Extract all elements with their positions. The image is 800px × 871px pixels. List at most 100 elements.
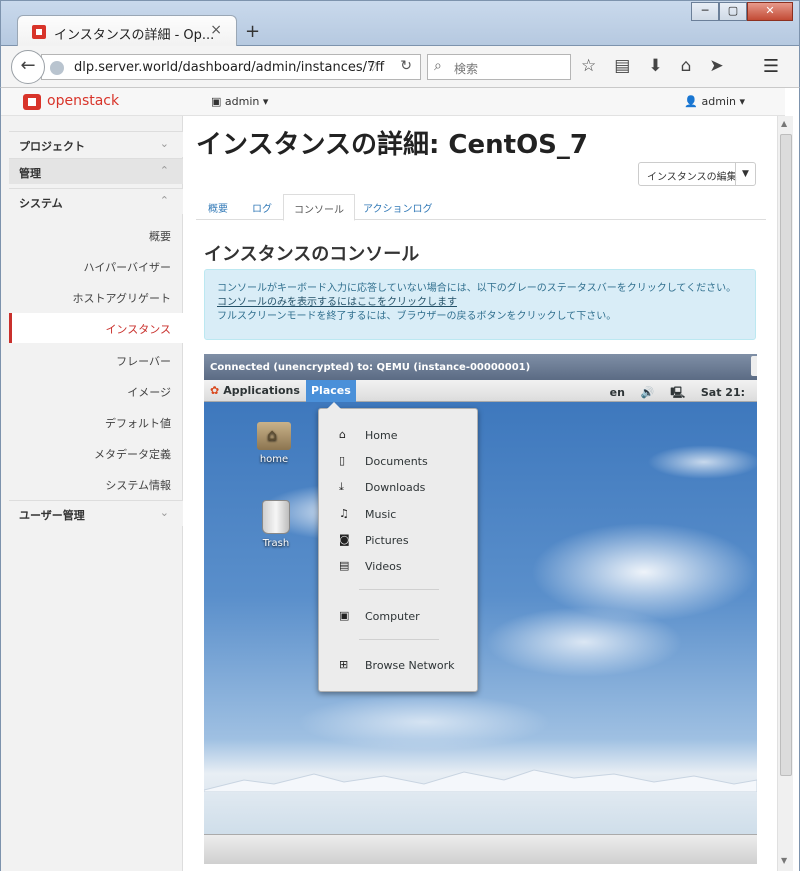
gnome-bottom-bar bbox=[204, 834, 757, 864]
places-item-downloads[interactable]: ⤓ Downloads bbox=[319, 477, 477, 499]
places-item-music[interactable]: ♫ Music bbox=[319, 504, 477, 526]
sidebar-item-metadata[interactable]: メタデータ定義 bbox=[9, 438, 183, 468]
search-input[interactable]: ⌕ 検索 bbox=[427, 54, 571, 80]
desktop-icon-label: Trash bbox=[262, 538, 290, 549]
music-icon: ♫ bbox=[339, 507, 349, 520]
tab-action-log[interactable]: アクションログ bbox=[363, 200, 433, 215]
chevron-down-icon: ⌄ bbox=[159, 137, 169, 150]
sidebar-item-images[interactable]: イメージ bbox=[9, 376, 183, 406]
places-item-computer[interactable]: ▣ Computer bbox=[319, 606, 477, 628]
home-icon[interactable]: ⌂ bbox=[681, 56, 692, 76]
minimize-button[interactable]: ─ bbox=[691, 2, 719, 21]
maximize-button[interactable]: ▢ bbox=[719, 2, 747, 21]
places-item-browse-network[interactable]: ⊞ Browse Network bbox=[319, 655, 477, 677]
url-text: dlp.server.world/dashboard/admin/instanc… bbox=[74, 60, 385, 75]
menu-separator bbox=[359, 639, 439, 640]
chevron-up-icon: ⌃ bbox=[159, 164, 169, 177]
sidebar-item-system-info[interactable]: システム情報 bbox=[9, 469, 183, 499]
places-item-videos[interactable]: ▤ Videos bbox=[319, 556, 477, 578]
menu-separator bbox=[359, 589, 439, 590]
sidebar-header-project[interactable]: プロジェクト ⌄ bbox=[9, 131, 183, 157]
openstack-topnav: openstack ▣ admin ▾ 👤 admin ▾ bbox=[1, 88, 785, 116]
camera-icon: ◙ bbox=[339, 533, 350, 546]
dropdown-arrow-icon[interactable]: ▽ bbox=[368, 59, 377, 73]
scrollbar-thumb[interactable] bbox=[780, 134, 792, 776]
page-title: インスタンスの詳細: CentOS_7 bbox=[196, 130, 588, 160]
menu-item-label: Home bbox=[365, 429, 398, 442]
places-menu[interactable]: Places bbox=[306, 380, 356, 402]
page-viewport: openstack ▣ admin ▾ 👤 admin ▾ プロジェクト ⌄ 管… bbox=[0, 88, 800, 871]
sidebar: プロジェクト ⌄ 管理 ⌃ システム ⌃ 概要 ハイパーバイザー ホストアグリゲ… bbox=[1, 116, 183, 871]
home-folder-icon[interactable]: home bbox=[244, 422, 304, 465]
sidebar-header-identity[interactable]: ユーザー管理 ⌄ bbox=[9, 500, 183, 526]
download-icon[interactable]: ⬇ bbox=[648, 56, 662, 76]
vnc-status-bar[interactable]: Connected (unencrypted) to: QEMU (instan… bbox=[204, 354, 757, 380]
alert-text: フルスクリーンモードを終了するには、ブラウザーの戻るボタンをクリックして下さい。 bbox=[217, 311, 617, 322]
clock[interactable]: Sat 21: bbox=[701, 386, 745, 399]
project-selector[interactable]: ▣ admin ▾ bbox=[211, 95, 268, 108]
main-content: インスタンスの詳細: CentOS_7 インスタンスの編集 ▼ 概要 ログ コン… bbox=[184, 116, 784, 871]
tab-overview[interactable]: 概要 bbox=[208, 200, 228, 215]
sidebar-header-system[interactable]: システム ⌃ bbox=[9, 188, 183, 214]
close-tab-icon[interactable]: × bbox=[210, 22, 222, 38]
mountains-image bbox=[204, 769, 757, 792]
places-item-home[interactable]: ⌂ Home bbox=[319, 425, 477, 447]
openstack-logo-icon[interactable] bbox=[23, 94, 41, 110]
bookmark-star-icon[interactable]: ☆ bbox=[581, 56, 596, 76]
back-button[interactable]: ← bbox=[11, 50, 45, 84]
close-window-button[interactable]: ✕ bbox=[747, 2, 793, 21]
tab-title: インスタンスの詳細 - Op... bbox=[54, 28, 215, 43]
gnome-status-area: en 🔊 🖳 Sat 21: bbox=[610, 384, 757, 403]
console-only-link[interactable]: コンソールのみを表示するにはここをクリックします bbox=[217, 297, 457, 308]
network-icon[interactable]: 🖳 bbox=[670, 386, 685, 399]
places-item-pictures[interactable]: ◙ Pictures bbox=[319, 530, 477, 552]
vnc-send-keys-button[interactable] bbox=[751, 356, 757, 376]
applications-menu[interactable]: Applications bbox=[210, 384, 300, 397]
places-dropdown: ⌂ Home ▯ Documents ⤓ Downloads ♫ Music ◙ Pict… bbox=[318, 402, 478, 692]
sidebar-header-admin[interactable]: 管理 ⌃ bbox=[9, 158, 183, 184]
sidebar-item-hypervisors[interactable]: ハイパーバイザー bbox=[9, 251, 183, 281]
chevron-up-icon: ⌃ bbox=[159, 194, 169, 207]
trash-desktop-icon[interactable]: Trash bbox=[246, 500, 306, 549]
menu-item-label: Browse Network bbox=[365, 659, 455, 672]
tab-console[interactable]: コンソール bbox=[283, 194, 355, 221]
alert-text: コンソールがキーボード入力に応答していない場合には、以下のグレーのステータスバー… bbox=[217, 283, 737, 294]
back-arrow-icon: ← bbox=[20, 55, 36, 76]
caret-down-icon[interactable]: ▼ bbox=[735, 163, 755, 185]
sidebar-item-defaults[interactable]: デフォルト値 bbox=[9, 407, 183, 437]
browser-titlebar: インスタンスの詳細 - Op... × + ─ ▢ ✕ bbox=[0, 0, 800, 47]
download-icon: ⤓ bbox=[339, 480, 344, 493]
desktop-icon-label: home bbox=[259, 454, 289, 465]
network-icon: ⊞ bbox=[339, 658, 349, 671]
menu-icon[interactable]: ☰ bbox=[763, 56, 779, 77]
places-item-documents[interactable]: ▯ Documents bbox=[319, 451, 477, 473]
sidebar-item-overview[interactable]: 概要 bbox=[9, 220, 183, 250]
page-scrollbar[interactable]: ▲ ▼ bbox=[777, 116, 793, 871]
gnome-top-bar: Applications Places en 🔊 🖳 Sat 21: bbox=[204, 380, 757, 402]
tab-log[interactable]: ログ bbox=[252, 200, 272, 215]
browser-navbar: dlp.server.world/dashboard/admin/instanc… bbox=[0, 46, 800, 88]
document-icon: ▯ bbox=[339, 454, 346, 467]
scroll-down-icon[interactable]: ▼ bbox=[781, 856, 787, 865]
browser-tab[interactable]: インスタンスの詳細 - Op... × bbox=[17, 15, 237, 47]
sidebar-item-flavors[interactable]: フレーバー bbox=[9, 345, 183, 375]
reload-icon[interactable]: ↻ bbox=[400, 58, 412, 74]
openstack-logo-text[interactable]: openstack bbox=[47, 93, 119, 109]
folder-icon bbox=[257, 422, 291, 450]
scroll-up-icon[interactable]: ▲ bbox=[781, 119, 787, 128]
console-section-title: インスタンスのコンソール bbox=[204, 244, 420, 265]
volume-icon[interactable]: 🔊 bbox=[641, 386, 655, 399]
user-menu[interactable]: 👤 admin ▾ bbox=[684, 95, 745, 108]
sidebar-item-host-aggregates[interactable]: ホストアグリゲート bbox=[9, 282, 183, 312]
console-info-alert: コンソールがキーボード入力に応答していない場合には、以下のグレーのステータスバー… bbox=[204, 269, 756, 340]
reading-list-icon[interactable]: ▤ bbox=[614, 56, 630, 76]
address-bar[interactable]: dlp.server.world/dashboard/admin/instanc… bbox=[41, 54, 421, 80]
new-tab-button[interactable]: + bbox=[245, 21, 260, 42]
keyboard-layout-indicator[interactable]: en bbox=[610, 386, 625, 399]
sidebar-item-instances[interactable]: インスタンス bbox=[9, 313, 183, 343]
send-icon[interactable]: ➤ bbox=[709, 56, 723, 76]
instance-tabs: 概要 ログ コンソール アクションログ bbox=[196, 194, 766, 221]
vnc-console[interactable]: Connected (unencrypted) to: QEMU (instan… bbox=[204, 354, 757, 864]
edit-instance-button[interactable]: インスタンスの編集 ▼ bbox=[638, 162, 756, 186]
film-icon: ▤ bbox=[339, 559, 350, 572]
